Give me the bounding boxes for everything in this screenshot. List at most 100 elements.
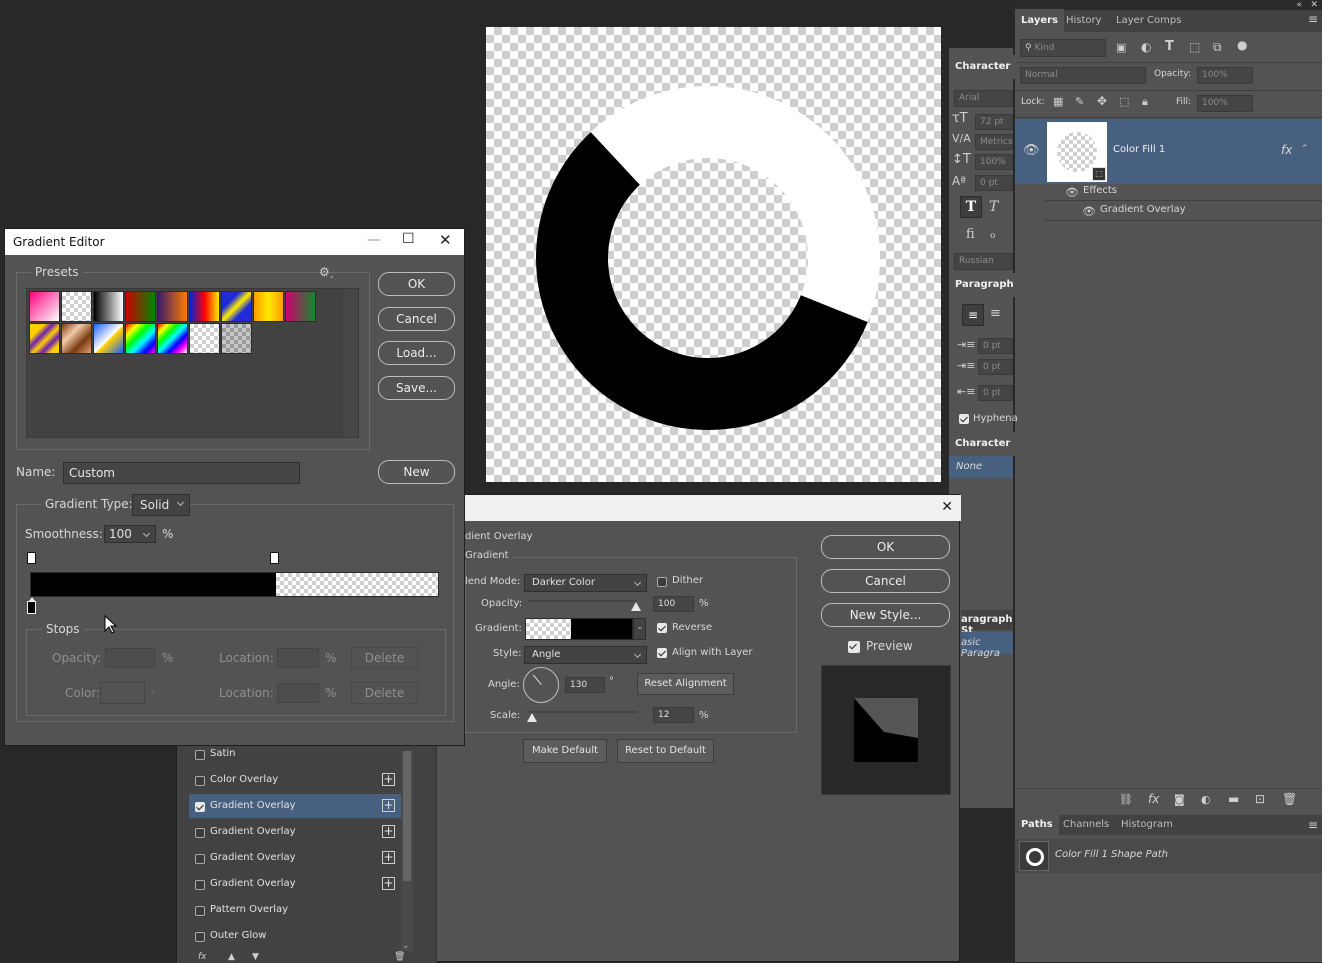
gradient-load-button[interactable]: Load... [378,341,455,365]
opacity-field[interactable]: 100% [1197,67,1253,84]
delete-layer-icon[interactable]: 🗑︎ [1282,792,1297,806]
character-styles-title[interactable]: Character St [949,432,1017,473]
indent-left-field[interactable]: 0 pt [978,338,1013,354]
presets-scrollbar[interactable] [343,289,358,437]
effect-checkbox[interactable] [195,750,205,760]
gradient-preset-swatch[interactable] [221,323,252,354]
filter-toggle-icon[interactable]: ● [1237,38,1247,52]
stop-opacity-input[interactable] [105,648,155,668]
new-layer-icon[interactable]: ⊡ [1255,792,1265,806]
layer-style-close-icon[interactable]: ✕ [941,499,953,515]
collapse-icon[interactable]: « [1296,0,1302,10]
close-panel-icon[interactable]: ✕ [1310,0,1318,10]
collapse-effects-icon[interactable]: ⌃ [1301,144,1309,154]
faux-bold-button[interactable]: T [960,196,982,218]
reset-alignment-button[interactable]: Reset Alignment [637,673,734,695]
gradient-new-button[interactable]: New [378,460,455,484]
gradient-preset-swatch[interactable] [157,323,188,354]
filter-kind-select[interactable]: ⚲ Kind [1020,39,1106,57]
lock-brush-icon[interactable]: ✎ [1075,95,1084,108]
gradient-cancel-button[interactable]: Cancel [378,307,455,331]
move-up-icon[interactable]: ▲ [228,952,235,962]
hyphenate-checkbox[interactable] [959,414,969,424]
filter-smartobject-icon[interactable]: ⧉ [1213,40,1222,55]
add-mask-icon[interactable]: ◙ [1174,793,1185,806]
dither-checkbox[interactable] [657,577,667,587]
layer-style-ok-button[interactable]: OK [821,535,950,559]
effect-gradient-overlay[interactable]: Gradient Overlay [1100,204,1186,215]
fill-field[interactable]: 100% [1197,95,1253,112]
kerning-field[interactable]: Metrics [975,134,1013,150]
align-left-button[interactable]: ≡ [962,304,984,326]
indent-first-field[interactable]: 0 pt [978,359,1013,375]
gradient-ok-button[interactable]: OK [378,272,455,296]
font-size-field[interactable]: 72 pt [975,114,1013,130]
para-style-basic[interactable]: asic Paragra [961,632,1013,659]
lock-transparent-icon[interactable]: ▦ [1053,95,1063,108]
add-effect-icon[interactable]: + [382,799,395,812]
layer-row-color-fill-1[interactable]: 👁︎ ⬚ Color Fill 1 fx ⌃ [1015,119,1322,184]
effect-checkbox[interactable] [195,802,205,812]
filter-type-icon[interactable]: T [1165,39,1174,54]
gradient-dropdown-arrow[interactable]: ⌄ [633,618,646,640]
close-icon[interactable]: ✕ [439,231,452,249]
delete-effect-icon[interactable]: 🗑︎ [394,952,405,962]
space-before-field[interactable]: 0 pt [978,385,1013,401]
paths-menu-icon[interactable]: ≡ [1308,818,1318,832]
filter-image-icon[interactable]: ▣ [1116,41,1126,54]
tab-histogram[interactable]: Histogram [1115,813,1179,837]
layer-name[interactable]: Color Fill 1 [1113,144,1165,155]
scale-slider[interactable] [527,711,637,722]
gradient-save-button[interactable]: Save... [378,376,455,400]
effect-list-item[interactable]: Outer Glow [189,924,401,949]
tab-channels[interactable]: Channels [1057,813,1115,837]
new-style-button[interactable]: New Style... [821,603,950,627]
effect-checkbox[interactable] [195,906,205,916]
presets-gear-icon[interactable]: ⚙︎˯ [319,265,334,279]
gradient-preset-swatch[interactable] [157,291,188,322]
gradient-preset-swatch[interactable] [61,291,92,322]
effect-checkbox[interactable] [195,776,205,786]
tab-history[interactable]: History [1060,9,1108,33]
style-dropdown[interactable]: Angle [524,646,647,664]
gradient-swatch[interactable] [525,618,633,640]
filter-shape-icon[interactable]: ⬚ [1189,40,1200,54]
smoothness-input[interactable]: 100 [104,525,156,543]
filter-adjustment-icon[interactable]: ◐ [1141,40,1151,54]
tab-layers[interactable]: Layers [1015,9,1064,33]
gradient-preset-swatch[interactable] [285,291,316,322]
effect-eye-icon[interactable]: 👁︎ [1082,205,1096,218]
link-layers-icon[interactable]: ⛓︎ [1119,793,1133,806]
stop-color-swatch[interactable] [100,682,145,704]
language-field[interactable]: Russian [954,253,1013,270]
swash-icon[interactable]: ℴ [990,227,996,241]
layer-style-cancel-button[interactable]: Cancel [821,569,950,593]
gradient-editor-titlebar[interactable]: Gradient Editor — ☐ ✕ [5,229,464,255]
angle-input[interactable]: 130 [565,677,605,693]
fx-menu-icon[interactable]: fx [198,952,207,962]
gradient-preset-swatch[interactable] [125,291,156,322]
effect-checkbox[interactable] [195,854,205,864]
new-group-icon[interactable]: ▬ [1228,792,1239,806]
baseline-field[interactable]: 0 pt [975,175,1013,191]
ligature-icon[interactable]: fi [966,227,975,242]
gradient-preset-swatch[interactable] [189,323,220,354]
stop-color-location-input[interactable] [277,683,319,703]
name-input[interactable]: Custom [63,462,300,484]
opacity-slider[interactable] [529,600,641,611]
reset-to-default-button[interactable]: Reset to Default [617,739,714,763]
effect-checkbox[interactable] [195,932,205,942]
panel-menu-icon[interactable]: ≡ [1308,12,1318,26]
gradient-preset-swatch[interactable] [93,291,124,322]
gradient-preset-swatch[interactable] [29,291,60,322]
gradient-preset-swatch[interactable] [29,323,60,354]
effect-list-item[interactable]: Color Overlay + [189,768,401,793]
gradient-preset-swatch[interactable] [189,291,220,322]
gradient-preset-swatch[interactable] [253,291,284,322]
effect-list-item[interactable]: Gradient Overlay + [189,872,401,897]
effect-list-item[interactable]: Gradient Overlay + [189,794,401,819]
tab-paths[interactable]: Paths [1015,813,1059,837]
align-layer-checkbox[interactable] [657,648,667,658]
effect-list-item[interactable]: Pattern Overlay [189,898,401,923]
gradient-preset-swatch[interactable] [125,323,156,354]
